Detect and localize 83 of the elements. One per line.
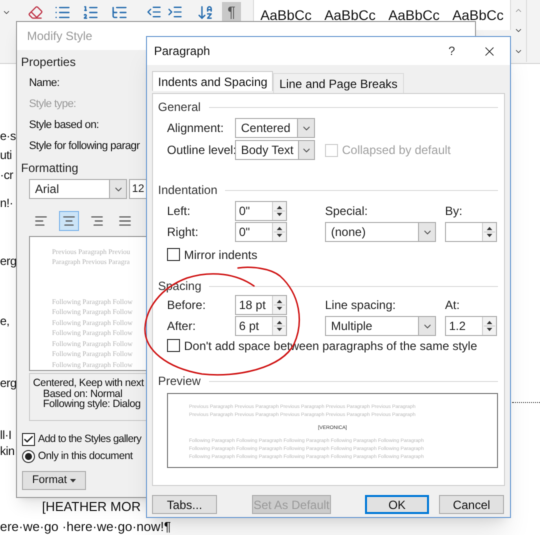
field-label: Left: (166, 205, 192, 217)
show-marks-button[interactable]: ¶ (222, 2, 241, 22)
dialog-button[interactable]: OK (365, 495, 429, 514)
align-justify-icon (118, 214, 132, 228)
document-heading: [HEATHER MOR (42, 500, 141, 513)
by-field[interactable] (445, 222, 497, 242)
document-text: erg (0, 377, 16, 389)
document-text: kin (0, 445, 14, 457)
property-label: Style type: (29, 98, 76, 110)
spin-arrows-icon (272, 223, 286, 241)
format-button[interactable]: Format (22, 471, 86, 490)
alignment-select[interactable]: Centered (235, 118, 315, 138)
sort-icon[interactable] (197, 4, 214, 20)
checkbox[interactable] (22, 433, 35, 446)
spin-arrows-icon (482, 223, 496, 241)
numbered-list-icon[interactable] (82, 4, 99, 20)
field-label: Outline level: (167, 144, 235, 156)
section-heading: Preview (158, 375, 201, 387)
align-left-icon (34, 214, 48, 228)
property-label: Style based on: (29, 119, 99, 131)
spin-arrows-icon (272, 317, 286, 335)
section-heading: Indentation (158, 184, 218, 196)
right-indent-field[interactable]: 0" (235, 222, 287, 242)
section-heading: Properties (21, 56, 77, 68)
checkbox-label: Mirror indents (184, 248, 258, 260)
eraser-icon[interactable] (28, 4, 43, 20)
align-button[interactable] (59, 211, 79, 231)
special-select[interactable]: (none) (325, 222, 436, 242)
radio-label: Only in this document (38, 451, 133, 462)
spin-arrows-icon (272, 296, 286, 314)
dialog-tab[interactable]: Indents and Spacing (152, 71, 274, 91)
document-text: e·s (0, 130, 16, 142)
property-label: Name: (29, 77, 60, 89)
document-text: e, (0, 315, 10, 327)
spacing-after-field[interactable]: 6 pt (235, 316, 287, 336)
dialog-title: Modify Style (27, 30, 92, 42)
document-text: uti (0, 149, 12, 161)
spacing-before-field[interactable]: 18 pt (235, 295, 287, 315)
align-center-icon (62, 214, 76, 228)
field-label: Right: (166, 226, 200, 238)
field-label: Line spacing: (325, 299, 397, 311)
caret-icon (70, 478, 76, 482)
field-label: Before: (166, 299, 207, 311)
checkbox[interactable] (167, 248, 180, 261)
field-label: Special: (325, 205, 369, 217)
increase-indent-icon[interactable] (167, 4, 183, 20)
font-select[interactable]: Arial (29, 179, 127, 199)
document-text: ·cr (0, 169, 14, 181)
checkbox-label: Collapsed by default (342, 144, 451, 156)
spin-arrows-icon (482, 317, 496, 335)
checkbox[interactable] (167, 339, 180, 352)
style-preview[interactable]: AaBbCc (382, 8, 446, 22)
outline-level-select[interactable]: Body Text (235, 140, 315, 160)
radio-button[interactable] (22, 450, 35, 463)
field-label: Alignment: (167, 122, 225, 134)
align-right-icon (90, 214, 104, 228)
line-spacing-select[interactable]: Multiple (325, 316, 436, 336)
document-text: ll·I (0, 429, 12, 441)
field-label: At: (445, 299, 461, 311)
line-spacing-at-field[interactable]: 1.2 (445, 316, 497, 336)
decrease-indent-icon[interactable] (146, 4, 162, 20)
section-heading: Formatting (21, 162, 80, 174)
left-indent-field[interactable]: 0" (235, 201, 287, 221)
style-preview[interactable]: AaBbCc (254, 8, 318, 22)
document-text: n!· (0, 197, 14, 209)
document-text: erg (0, 255, 16, 267)
document-text: ere·we·go ·here·we·go·now!¶ (0, 520, 171, 533)
property-label: Style for following paragr (29, 140, 140, 152)
description-text: Based on: Normal (42, 388, 122, 399)
dialog-button[interactable]: Cancel (439, 495, 504, 514)
field-label: After: (166, 320, 197, 332)
checkbox-label: Add to the Styles gallery (38, 434, 142, 445)
help-button[interactable]: ? (448, 45, 455, 57)
style-preview[interactable]: AaBbCc (446, 8, 510, 22)
dialog-tab[interactable]: Line and Page Breaks (273, 73, 404, 93)
section-heading: General (158, 101, 201, 113)
style-preview[interactable]: AaBbCc (318, 8, 382, 22)
dialog-title: Paragraph (154, 45, 212, 57)
dialog-button[interactable]: Tabs... (152, 495, 217, 514)
description-text: Following style: Dialog (42, 399, 141, 410)
spin-arrows-icon (272, 202, 286, 220)
field-label: By: (445, 205, 464, 217)
description-text: Centered, Keep with next (33, 378, 144, 388)
